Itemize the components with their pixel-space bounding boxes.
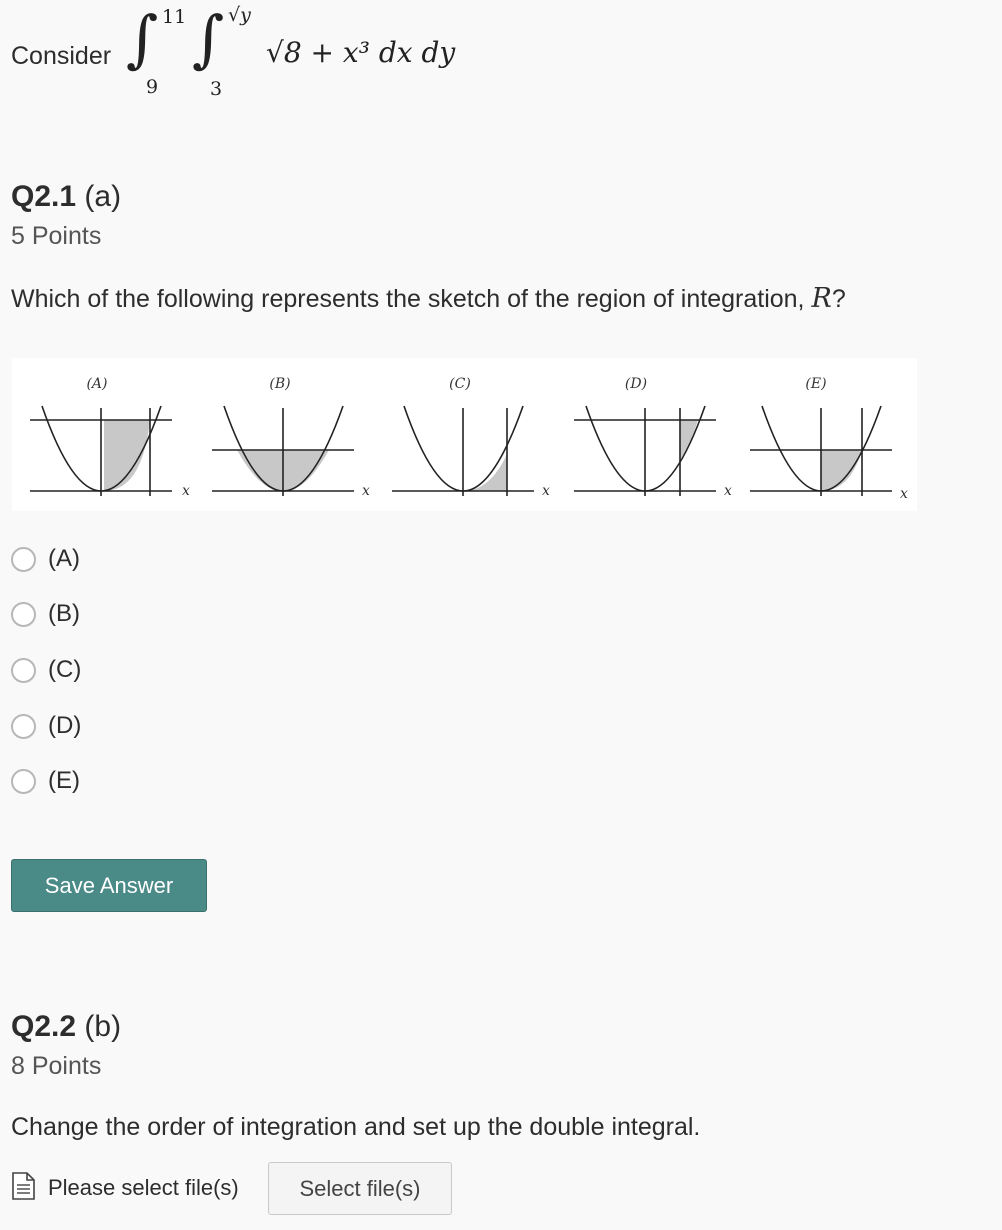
prompt-end: ? (831, 285, 846, 313)
radio-unchecked-icon[interactable] (11, 546, 36, 572)
question-prompt: Which of the following represents the sk… (11, 283, 846, 314)
sketch-panel-a: (A) x (30, 376, 190, 499)
file-upload-row: Please select file(s) (11, 1162, 239, 1214)
radio-unchecked-icon[interactable] (11, 713, 36, 739)
question-part: (a) (84, 180, 122, 213)
x-axis-label: x (182, 483, 190, 499)
x-axis-label: x (542, 483, 550, 499)
file-select-label: Please select file(s) (48, 1175, 239, 1200)
inner-lower-limit: 3 (210, 78, 223, 100)
sketch-panel-d: (D) x (574, 376, 732, 499)
question-prompt: Change the order of integration and set … (11, 1113, 701, 1141)
intro-prefix: Consider (11, 42, 112, 70)
panel-label: (A) (86, 376, 107, 392)
panel-label: (B) (269, 376, 290, 392)
question-part: (b) (84, 1010, 122, 1043)
question-title-q2-1: Q2.1 (a) (11, 180, 121, 214)
prompt-text: Which of the following represents the sk… (11, 285, 805, 313)
shaded-region (821, 450, 862, 491)
question-points: 5 Points (11, 222, 102, 250)
question-number: Q2.1 (11, 180, 77, 213)
shaded-region (680, 420, 698, 460)
outer-lower-limit: 9 (146, 76, 159, 98)
choice-label: (C) (48, 656, 82, 683)
outer-upper-limit: 11 (162, 6, 187, 28)
inner-integral-sign: ∫ (192, 2, 225, 75)
question-points: 8 Points (11, 1052, 102, 1080)
outer-integral-sign: ∫ (126, 2, 159, 75)
radio-unchecked-icon[interactable] (11, 601, 36, 627)
sketch-panel-e: (E) x (750, 376, 908, 502)
shaded-region (104, 420, 150, 491)
sketch-panel-c: (C) x (392, 376, 550, 499)
choice-label: (D) (48, 712, 82, 739)
choice-label: (E) (48, 767, 80, 794)
choice-d[interactable]: (D) (11, 712, 81, 740)
choice-label: (A) (48, 545, 80, 572)
choice-e[interactable]: (E) (11, 767, 80, 795)
x-axis-label: x (724, 483, 732, 499)
select-files-button[interactable]: Select file(s) (268, 1162, 452, 1215)
document-icon (11, 1171, 36, 1206)
integrand: √8 + x³ dx dy (266, 36, 456, 69)
region-symbol: R (811, 283, 832, 314)
region-sketches-figure: (A) x (B) x (C) x (D) x (E) x (12, 358, 917, 511)
choice-b[interactable]: (B) (11, 600, 80, 628)
save-answer-button[interactable]: Save Answer (11, 859, 207, 912)
sketch-panel-b: (B) x (212, 376, 370, 499)
question-title-q2-2: Q2.2 (b) (11, 1010, 121, 1044)
x-axis-label: x (362, 483, 370, 499)
choice-c[interactable]: (C) (11, 656, 81, 684)
panel-label: (D) (625, 376, 647, 392)
choice-a[interactable]: (A) (11, 545, 80, 573)
radio-unchecked-icon[interactable] (11, 768, 36, 794)
panel-label: (E) (805, 376, 826, 392)
inner-upper-limit: √y (228, 4, 251, 26)
choice-label: (B) (48, 600, 80, 627)
panel-label: (C) (449, 376, 471, 392)
radio-unchecked-icon[interactable] (11, 657, 36, 683)
question-number: Q2.2 (11, 1010, 77, 1043)
x-axis-label: x (900, 486, 908, 502)
